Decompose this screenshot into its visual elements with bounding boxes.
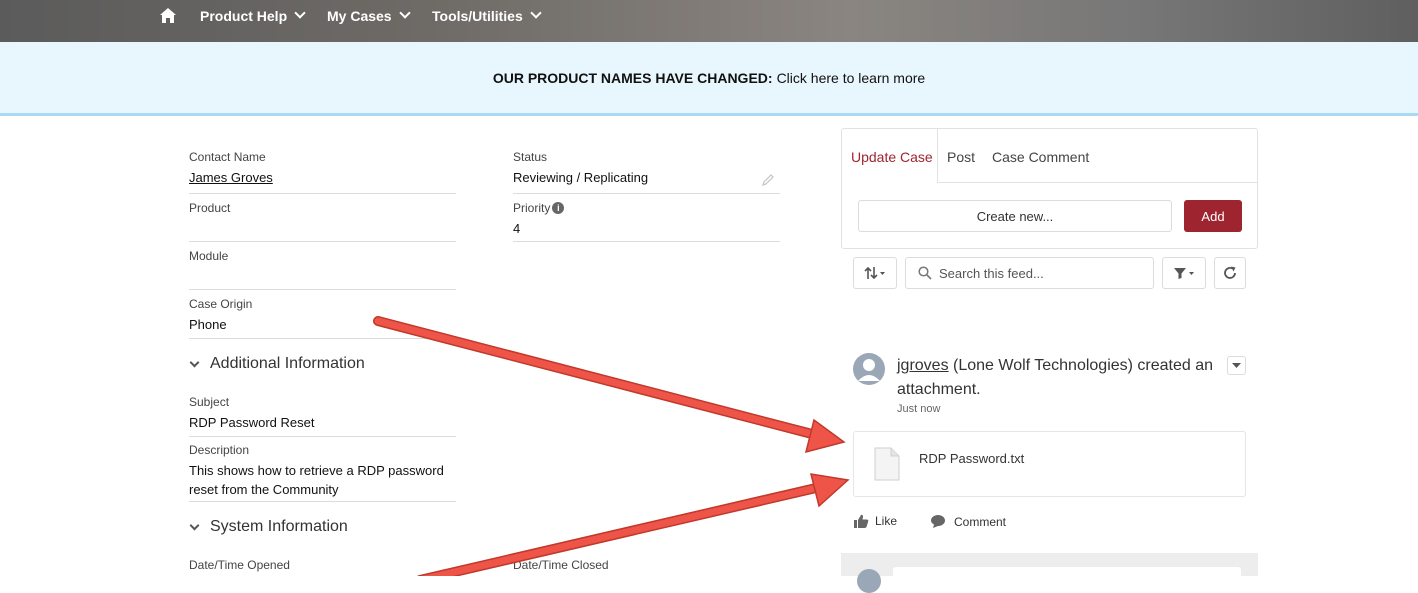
search-icon bbox=[918, 266, 932, 280]
tab-update-case[interactable]: Update Case bbox=[851, 149, 933, 165]
divider bbox=[189, 501, 456, 502]
status-value: Reviewing / Replicating bbox=[513, 170, 649, 185]
priority-value: 4 bbox=[513, 221, 521, 236]
chevron-down-icon bbox=[1232, 362, 1241, 368]
feed-timestamp[interactable]: Just now bbox=[897, 403, 940, 415]
avatar-icon bbox=[858, 359, 880, 381]
sort-button[interactable] bbox=[853, 257, 897, 289]
description-line-1: This shows how to retrieve a RDP passwor… bbox=[189, 463, 444, 478]
comment-button[interactable]: Comment bbox=[930, 514, 1006, 529]
filter-button[interactable] bbox=[1162, 257, 1206, 289]
divider bbox=[513, 193, 780, 194]
annotation-arrow-lower bbox=[417, 473, 850, 576]
subject-label: Subject bbox=[189, 395, 230, 409]
tab-divider bbox=[938, 182, 1258, 183]
refresh-button[interactable] bbox=[1214, 257, 1246, 289]
banner-bold-text: OUR PRODUCT NAMES HAVE CHANGED: bbox=[492, 69, 773, 86]
feed-user-link[interactable]: jgroves bbox=[897, 357, 949, 374]
post-menu-button[interactable] bbox=[1227, 356, 1246, 375]
divider bbox=[189, 289, 456, 290]
priority-label: Priority i bbox=[513, 201, 565, 215]
additional-information-section-toggle[interactable]: Additional Information bbox=[189, 355, 365, 373]
attachment-card[interactable]: RDP Password.txt bbox=[853, 431, 1246, 497]
case-origin-value: Phone bbox=[189, 317, 227, 332]
annotation-arrow-upper bbox=[373, 316, 846, 454]
status-label: Status bbox=[513, 150, 548, 164]
nav-product-help-label: Product Help bbox=[200, 8, 288, 24]
user-avatar[interactable] bbox=[853, 353, 885, 385]
product-label: Product bbox=[189, 201, 231, 215]
case-origin-label: Case Origin bbox=[189, 297, 253, 311]
nav-tools-utilities-label: Tools/Utilities bbox=[432, 8, 523, 24]
tab-post[interactable]: Post bbox=[947, 149, 975, 165]
chevron-down-icon bbox=[530, 7, 542, 19]
chevron-down-icon bbox=[398, 7, 411, 19]
avatar bbox=[857, 569, 881, 593]
description-label: Description bbox=[189, 443, 250, 457]
like-label: Like bbox=[875, 514, 898, 528]
banner-link-text[interactable]: Click here to learn more bbox=[777, 70, 926, 86]
announcement-banner[interactable]: OUR PRODUCT NAMES HAVE CHANGED: Click he… bbox=[0, 42, 1418, 116]
divider bbox=[189, 241, 456, 242]
chevron-down-icon bbox=[189, 520, 200, 530]
system-information-title: System Information bbox=[210, 518, 348, 535]
create-new-input[interactable]: Create new... bbox=[858, 200, 1172, 232]
system-information-section-toggle[interactable]: System Information bbox=[189, 518, 348, 536]
additional-information-title: Additional Information bbox=[210, 355, 365, 372]
chevron-down-icon bbox=[189, 357, 200, 367]
nav-product-help[interactable]: Product Help bbox=[200, 6, 306, 26]
add-button[interactable]: Add bbox=[1184, 200, 1242, 232]
refresh-icon bbox=[1224, 266, 1236, 279]
contact-name-link[interactable]: James Groves bbox=[189, 170, 273, 185]
file-icon bbox=[874, 447, 900, 481]
nav-my-cases-label: My Cases bbox=[327, 8, 392, 24]
feed-search-input[interactable]: Search this feed... bbox=[905, 257, 1154, 289]
filter-icon bbox=[1174, 268, 1194, 279]
nav-my-cases[interactable]: My Cases bbox=[327, 6, 411, 26]
like-icon bbox=[854, 514, 869, 528]
nav-tools-utilities[interactable]: Tools/Utilities bbox=[432, 6, 542, 26]
tab-case-comment[interactable]: Case Comment bbox=[992, 149, 1089, 165]
module-label: Module bbox=[189, 249, 229, 263]
top-navigation: Product Help My Cases Tools/Utilities bbox=[0, 0, 1418, 42]
sort-icon bbox=[864, 266, 885, 280]
info-icon[interactable]: i bbox=[552, 201, 565, 214]
divider bbox=[189, 436, 456, 437]
comment-label: Comment bbox=[954, 514, 1007, 529]
contact-name-label: Contact Name bbox=[189, 150, 266, 164]
date-closed-label: Date/Time Closed bbox=[513, 558, 609, 572]
chevron-down-icon bbox=[294, 7, 306, 19]
description-line-2: reset from the Community bbox=[189, 482, 339, 497]
priority-label-text: Priority bbox=[513, 201, 551, 215]
feed-post-header: jgroves (Lone Wolf Technologies) created… bbox=[897, 354, 1217, 402]
publisher-panel: Update Case Post Case Comment Create new… bbox=[841, 128, 1258, 249]
subject-value: RDP Password Reset bbox=[189, 415, 315, 430]
divider bbox=[513, 241, 780, 242]
date-opened-label: Date/Time Opened bbox=[189, 558, 290, 572]
divider bbox=[189, 193, 456, 194]
pencil-icon[interactable] bbox=[762, 174, 774, 186]
comment-input[interactable] bbox=[893, 567, 1241, 579]
attachment-name: RDP Password.txt bbox=[919, 451, 1025, 466]
feed-search-placeholder: Search this feed... bbox=[939, 265, 1044, 281]
divider bbox=[189, 338, 456, 339]
comment-icon bbox=[931, 515, 945, 528]
like-button[interactable]: Like bbox=[854, 514, 897, 528]
home-icon[interactable] bbox=[160, 8, 176, 23]
